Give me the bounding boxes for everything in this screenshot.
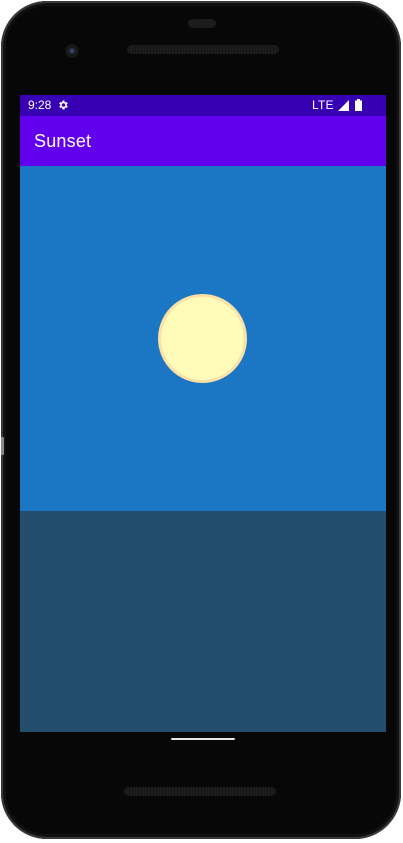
network-type: LTE [312, 98, 334, 112]
battery-icon [355, 99, 362, 111]
side-button [1, 437, 4, 455]
status-bar: 9:28 LTE [20, 95, 386, 116]
top-speaker [127, 45, 279, 54]
app-title: Sunset [34, 131, 92, 151]
bottom-speaker [124, 787, 276, 796]
app-bar: Sunset [20, 116, 386, 166]
sky[interactable] [20, 166, 386, 511]
phone-frame: 9:28 LTE Sunset [1, 1, 401, 839]
gear-icon [59, 100, 68, 110]
earpiece-notch [188, 19, 216, 28]
signal-icon [338, 100, 349, 111]
front-camera [65, 44, 79, 58]
sun [158, 294, 247, 383]
sea [20, 511, 386, 732]
home-indicator[interactable] [171, 738, 235, 740]
screen: 9:28 LTE Sunset [20, 95, 386, 732]
status-time: 9:28 [28, 98, 52, 112]
